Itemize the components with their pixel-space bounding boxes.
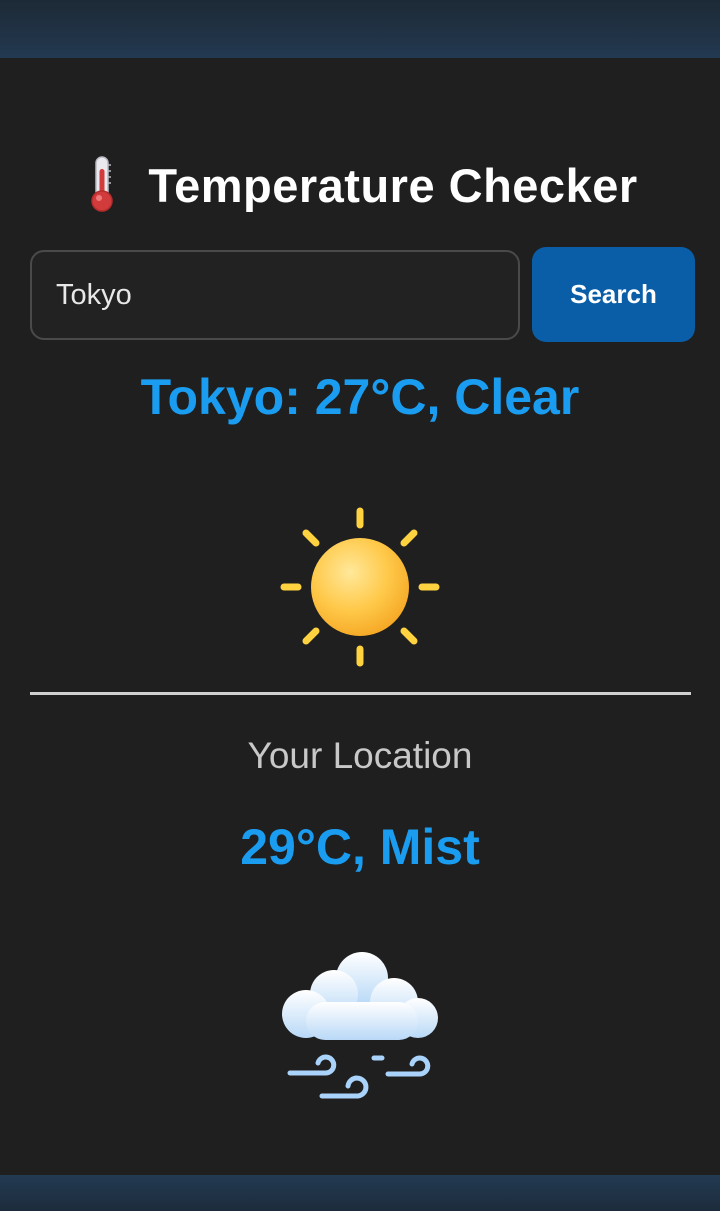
mist-cloud-icon <box>278 948 442 1112</box>
location-weather-text: 29°C, Mist <box>240 819 480 875</box>
navigation-bar <box>0 1175 720 1211</box>
search-button[interactable]: Search <box>532 247 695 342</box>
page-header: Temperature Checker <box>0 150 720 220</box>
search-result-text: Tokyo: 27°C, Clear <box>140 369 580 425</box>
status-bar <box>0 0 720 58</box>
section-divider <box>30 692 691 695</box>
page-title: Temperature Checker <box>148 158 638 212</box>
sun-icon <box>278 505 442 669</box>
thermometer-icon <box>82 155 122 215</box>
city-search-input[interactable] <box>30 250 520 340</box>
location-label: Your Location <box>247 735 473 776</box>
